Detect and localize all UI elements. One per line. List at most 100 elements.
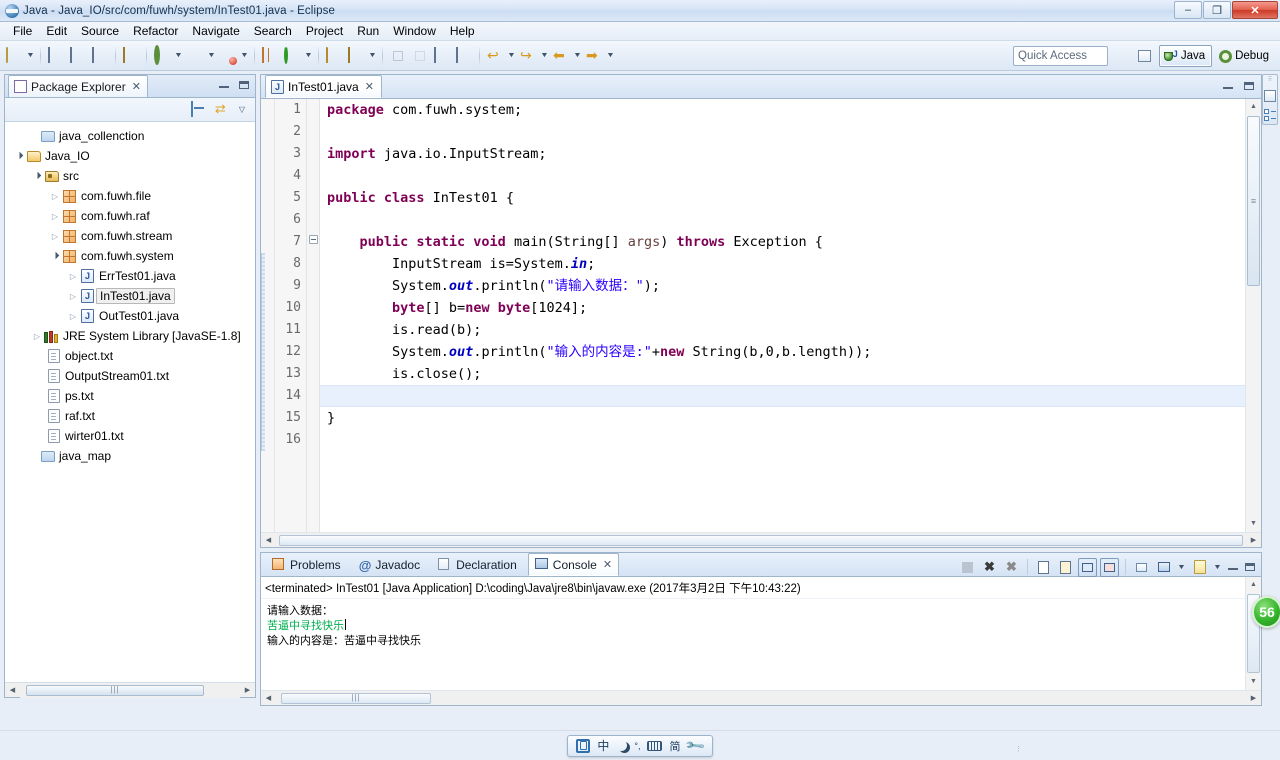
new-wizard-icon[interactable] [3, 45, 25, 67]
close-button[interactable]: ✕ [1232, 1, 1278, 19]
toggle-block-selection-icon[interactable] [453, 45, 475, 67]
collapse-all-icon[interactable] [190, 100, 207, 118]
ime-punctuation-icon[interactable]: °, [634, 741, 640, 751]
back-dropdown[interactable] [506, 45, 517, 67]
scroll-left-icon[interactable]: ◀ [5, 686, 20, 694]
menu-file[interactable]: File [6, 23, 39, 39]
clear-console-icon[interactable] [1034, 558, 1053, 577]
close-icon[interactable]: ✕ [603, 558, 612, 571]
debug-icon[interactable] [151, 44, 173, 67]
project-tree[interactable]: java_collenction Java_IO src com.fuwh.fi… [5, 122, 255, 682]
maximize-icon[interactable] [1243, 560, 1257, 574]
pin-console-icon[interactable] [1132, 558, 1151, 577]
annotation-icon[interactable] [345, 45, 367, 67]
tree-item-errtest01[interactable]: J ErrTest01.java [5, 266, 255, 286]
back-arrow-dropdown[interactable] [572, 45, 583, 67]
tree-item-com-fuwh-file[interactable]: com.fuwh.file [5, 186, 255, 206]
remove-all-terminated-icon[interactable]: ✖ [1002, 558, 1021, 577]
tab-problems[interactable]: Problems [265, 553, 348, 576]
forward-history-icon[interactable]: ↪ [517, 45, 539, 67]
menu-search[interactable]: Search [247, 23, 299, 39]
scroll-lock-icon[interactable] [1056, 558, 1075, 577]
menu-project[interactable]: Project [299, 23, 350, 39]
last-edit-location-icon[interactable] [431, 45, 453, 67]
toggle-markoccurrences-icon[interactable] [120, 45, 142, 67]
perspective-java[interactable]: J Java [1158, 45, 1213, 67]
run-external-tools-icon[interactable] [217, 45, 239, 67]
minimize-icon[interactable] [1221, 79, 1235, 93]
terminate-all-icon[interactable] [958, 558, 977, 577]
minimize-icon[interactable] [1226, 560, 1240, 574]
twisty[interactable] [49, 212, 61, 221]
close-icon[interactable]: ✕ [365, 80, 374, 93]
marker-ruler[interactable] [261, 99, 275, 532]
menu-navigate[interactable]: Navigate [185, 23, 246, 39]
save-all-icon[interactable] [67, 45, 89, 67]
twisty[interactable] [67, 312, 79, 321]
refresh-icon[interactable] [281, 45, 303, 67]
editor-vscrollbar[interactable]: ▲ ▼ [1245, 99, 1261, 532]
tree-item-jre-system-library[interactable]: JRE System Library [JavaSE-1.8] [5, 326, 255, 346]
minimize-button[interactable]: – [1174, 1, 1202, 19]
console-vscrollbar[interactable]: ▲ ▼ [1245, 577, 1261, 690]
hscroll-thumb[interactable] [279, 535, 1243, 546]
menu-refactor[interactable]: Refactor [126, 23, 185, 39]
ime-simplified-icon[interactable]: 简 [669, 738, 680, 754]
close-icon[interactable]: ✕ [132, 80, 141, 93]
menu-window[interactable]: Window [386, 23, 443, 39]
scroll-left-icon[interactable]: ◀ [261, 536, 276, 544]
open-console-icon[interactable] [1190, 558, 1209, 577]
hscroll-track[interactable] [20, 682, 240, 698]
ime-logo-icon[interactable] [576, 738, 591, 753]
minimize-icon[interactable] [217, 78, 231, 92]
run-icon[interactable] [184, 45, 206, 67]
scroll-up-icon[interactable]: ▲ [1246, 577, 1261, 593]
tab-intest01-java[interactable]: J InTest01.java ✕ [265, 75, 382, 98]
console-hscrollbar[interactable]: ◀ ▶ [261, 690, 1261, 705]
menu-help[interactable]: Help [443, 23, 482, 39]
tab-console[interactable]: Console ✕ [527, 553, 620, 576]
fold-collapse-icon[interactable] [309, 235, 318, 244]
forward-arrow-icon[interactable]: ➡ [583, 45, 605, 67]
previous-annotation-icon[interactable] [387, 45, 409, 67]
tree-item-raf-txt[interactable]: raf.txt [5, 406, 255, 426]
scroll-down-icon[interactable]: ▼ [1246, 674, 1261, 690]
console-output[interactable]: <terminated> InTest01 [Java Application]… [261, 577, 1261, 690]
run-dropdown[interactable] [206, 45, 217, 67]
maximize-icon[interactable] [237, 78, 251, 92]
ime-moon-icon[interactable] [616, 740, 627, 751]
tree-item-ps-txt[interactable]: ps.txt [5, 386, 255, 406]
hscroll-thumb[interactable] [281, 693, 431, 704]
tab-package-explorer[interactable]: Package Explorer ✕ [8, 75, 148, 97]
twisty[interactable] [49, 252, 61, 260]
hscroll-thumb[interactable] [26, 684, 204, 696]
tree-item-outtest01[interactable]: J OutTest01.java [5, 306, 255, 326]
save-icon[interactable] [45, 45, 67, 67]
tree-item-com-fuwh-stream[interactable]: com.fuwh.stream [5, 226, 255, 246]
open-type-icon[interactable] [323, 45, 345, 67]
tree-item-java_io[interactable]: Java_IO [5, 146, 255, 166]
tree-item-com-fuwh-system[interactable]: com.fuwh.system [5, 246, 255, 266]
package-explorer-hscrollbar[interactable]: ◀ ▶ [5, 682, 255, 698]
twisty[interactable] [49, 232, 61, 241]
print-icon[interactable] [89, 45, 111, 67]
next-annotation-icon[interactable] [409, 45, 431, 67]
notification-badge[interactable]: 56 [1252, 596, 1280, 628]
external-tools-dropdown[interactable] [239, 45, 250, 67]
view-menu-icon[interactable]: ▽ [239, 105, 245, 114]
scroll-right-icon[interactable]: ▶ [1246, 694, 1261, 702]
open-console-menu-icon[interactable] [1212, 556, 1223, 578]
twisty[interactable] [31, 172, 43, 180]
folding-ruler[interactable] [307, 99, 320, 532]
twisty[interactable] [13, 152, 25, 160]
refresh-dropdown[interactable] [303, 45, 314, 67]
tree-item-com-fuwh-raf[interactable]: com.fuwh.raf [5, 206, 255, 226]
debug-dropdown[interactable] [173, 45, 184, 67]
twisty[interactable] [67, 292, 79, 301]
tree-item-src[interactable]: src [5, 166, 255, 186]
back-icon[interactable]: ↩ [484, 45, 506, 67]
code-area[interactable]: package com.fuwh.system; import java.io.… [320, 99, 1261, 532]
tree-item-intest01[interactable]: J InTest01.java [5, 286, 255, 306]
vscroll-thumb[interactable] [1247, 116, 1260, 286]
scroll-right-icon[interactable]: ▶ [1246, 536, 1261, 544]
